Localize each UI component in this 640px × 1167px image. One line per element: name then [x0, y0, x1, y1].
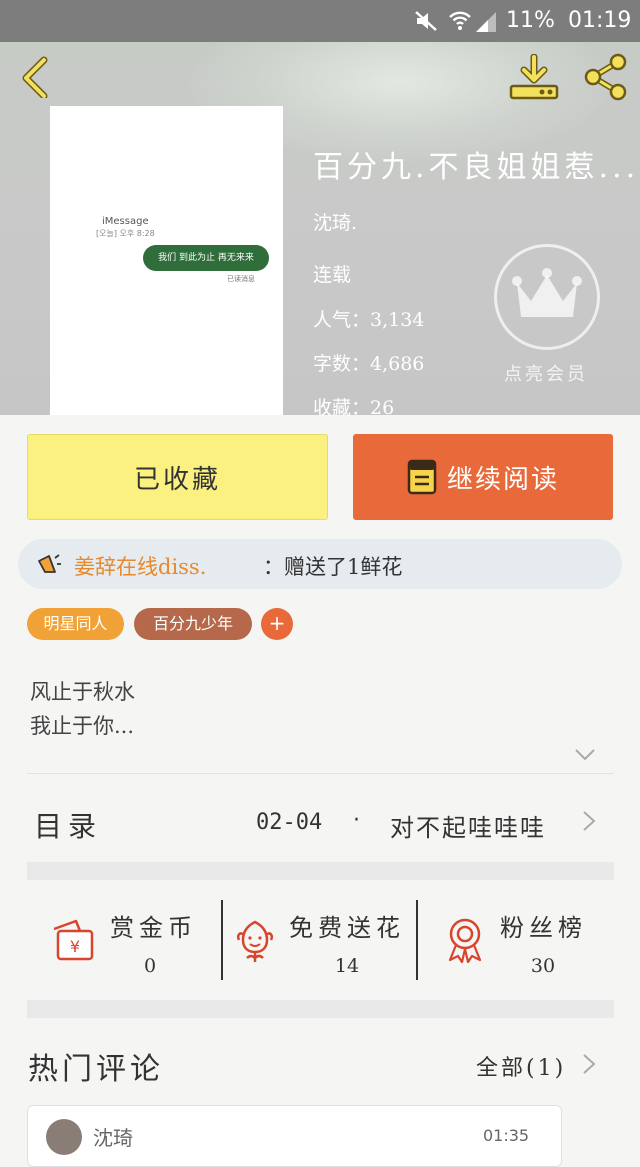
comment-username[interactable]: 沈琦 — [93, 1122, 133, 1151]
chevron-down-icon[interactable] — [574, 748, 596, 762]
stat-divider — [221, 900, 223, 980]
download-icon[interactable] — [508, 54, 560, 102]
stat-value: 14 — [334, 955, 360, 977]
book-title: 百分九.不良姐姐惹... — [313, 150, 640, 185]
svg-text:¥: ¥ — [70, 937, 80, 956]
stat-divider — [416, 900, 418, 980]
stat-value: 30 — [530, 955, 556, 977]
status-bar: 11% 01:19 — [0, 0, 640, 42]
book-popularity: 人气：3,134 — [313, 309, 425, 331]
continue-reading-label: 继续阅读 — [446, 464, 559, 495]
book-cover[interactable]: iMessage [오늘] 오후 8:28 我们 到此为止 再无来来 已读消息 — [50, 106, 283, 415]
gold-coin-icon: ¥ — [53, 919, 94, 961]
section-divider — [27, 862, 614, 880]
back-icon[interactable] — [14, 54, 58, 98]
avatar[interactable] — [46, 1119, 82, 1155]
vip-badge[interactable] — [494, 244, 600, 350]
megaphone-icon — [38, 554, 61, 573]
chevron-right-icon[interactable] — [582, 810, 596, 832]
comment-time: 01:35 — [483, 1126, 530, 1145]
separator-dot: · — [353, 808, 360, 833]
tag-percent9[interactable]: 百分九少年 — [134, 608, 252, 640]
comment-card[interactable]: 沈琦 01:35 — [27, 1105, 562, 1167]
add-tag-button[interactable]: + — [261, 608, 293, 640]
crown-icon — [512, 268, 582, 317]
share-icon[interactable] — [580, 52, 630, 102]
continue-reading-button[interactable]: 继续阅读 — [353, 434, 613, 520]
stat-value: 0 — [143, 955, 157, 977]
book-icon — [407, 459, 437, 495]
gift-notice-bar[interactable]: 姜辞在线diss. ：赠送了1鲜花 — [18, 539, 622, 589]
cover-read-text: 已读消息 — [227, 275, 255, 283]
mute-icon — [415, 11, 437, 31]
latest-chapter-title[interactable]: 对不起哇哇哇 — [390, 808, 546, 843]
flower-icon — [236, 920, 274, 962]
cover-message-bubble: 我们 到此为止 再无来来 — [143, 245, 269, 271]
wifi-icon — [449, 11, 471, 30]
battery-text: 11% — [506, 8, 555, 33]
stat-label: 赏金币 — [110, 914, 197, 942]
latest-chapter-date: 02-04 — [256, 810, 323, 835]
section-divider — [27, 1000, 614, 1018]
book-favorites: 收藏：26 — [313, 397, 395, 419]
stat-label: 免费送花 — [289, 914, 405, 942]
favorited-button[interactable]: 已收藏 — [27, 434, 328, 520]
chevron-right-icon[interactable] — [582, 1053, 596, 1075]
intro-line: 风止于秋水 — [30, 680, 135, 704]
book-word-count: 字数：4,686 — [313, 353, 425, 375]
gift-user-name[interactable]: 姜辞在线diss. — [74, 551, 206, 581]
catalogue-label: 目录 — [34, 810, 103, 843]
cover-imessage-text: iMessage — [102, 216, 149, 227]
hot-comments-title: 热门评论 — [28, 1052, 164, 1087]
intro-line: 我止于你... — [30, 714, 135, 738]
divider — [27, 773, 614, 774]
stat-label: 粉丝榜 — [500, 914, 587, 942]
gift-text: ：赠送了1鲜花 — [263, 555, 403, 579]
signal-icon — [476, 12, 496, 32]
ribbon-icon — [448, 918, 482, 964]
vip-label[interactable]: 点亮会员 — [496, 360, 596, 386]
book-author[interactable]: 沈琦. — [313, 208, 357, 235]
tag-star-fanfic[interactable]: 明星同人 — [27, 608, 124, 640]
book-status: 连载 — [313, 264, 352, 286]
cover-date-text: [오늘] 오후 8:28 — [96, 229, 155, 238]
all-comments-link[interactable]: 全部(1) — [476, 1050, 566, 1082]
favorited-label: 已收藏 — [133, 464, 221, 495]
clock: 01:19 — [568, 8, 632, 33]
